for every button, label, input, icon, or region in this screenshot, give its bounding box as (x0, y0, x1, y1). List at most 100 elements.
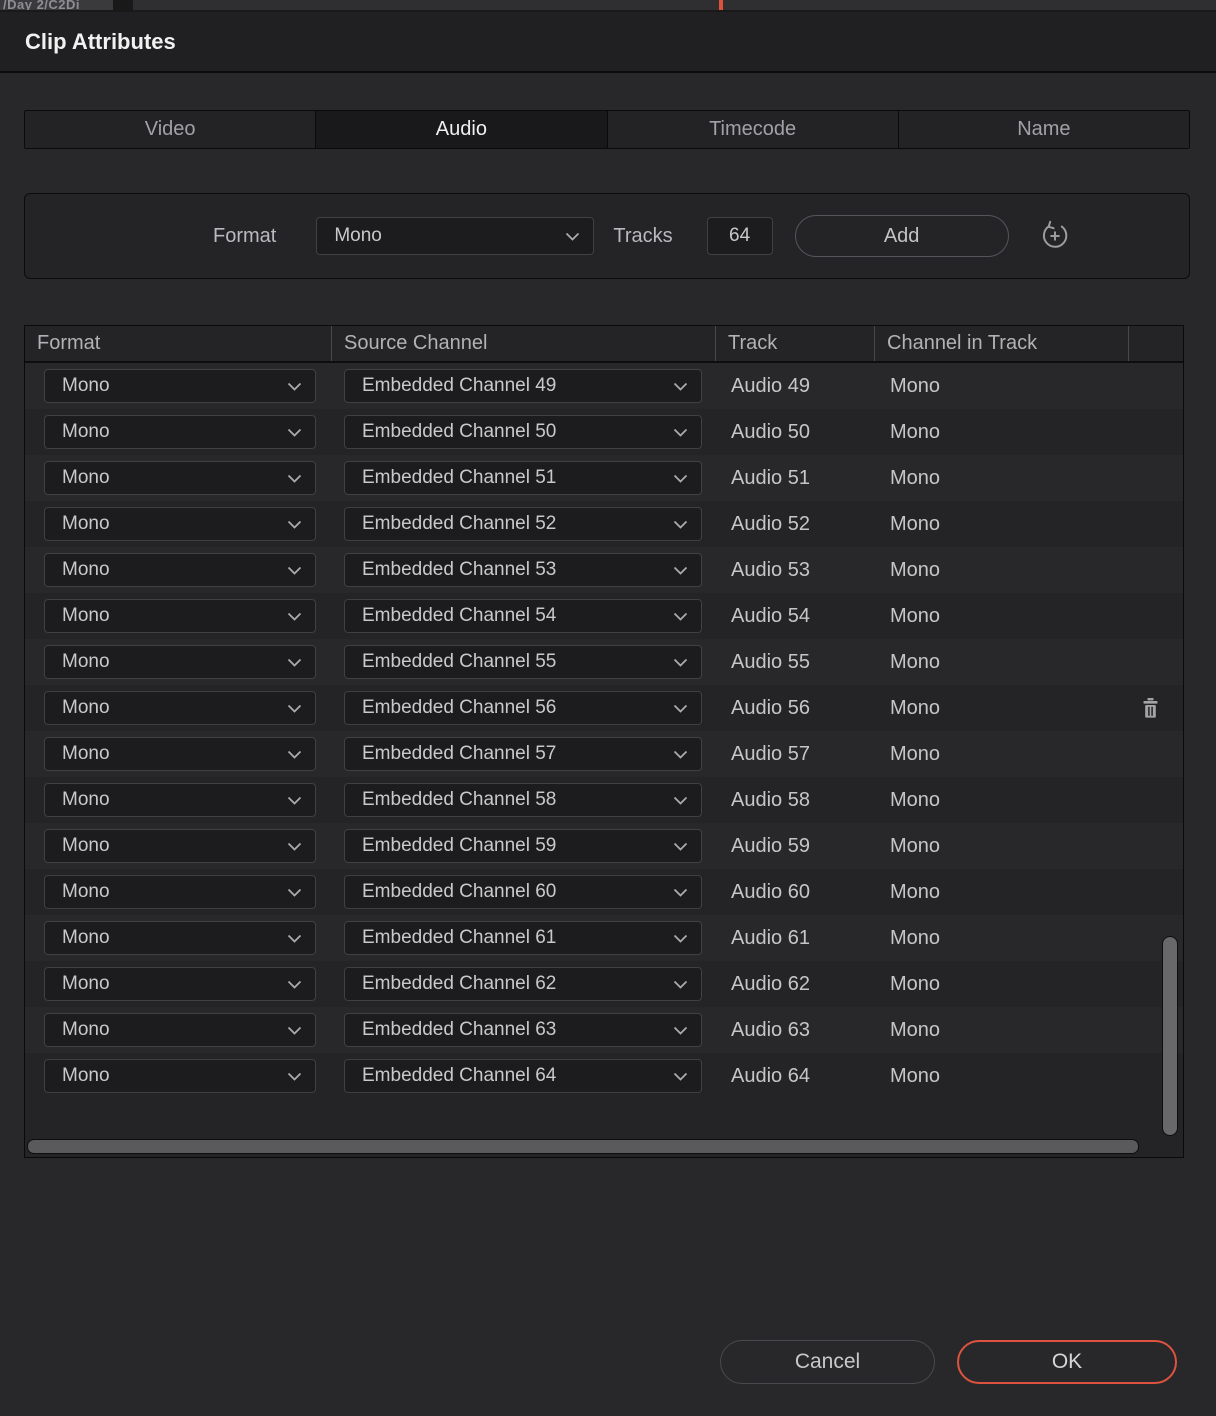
row-format-select[interactable]: Mono (44, 599, 316, 633)
chevron-down-icon (287, 474, 302, 483)
row-source-channel-select[interactable]: Embedded Channel 55 (344, 645, 702, 679)
row-track-label: Audio 53 (731, 559, 890, 582)
row-source-channel-select[interactable]: Embedded Channel 49 (344, 369, 702, 403)
row-source-channel-select[interactable]: Embedded Channel 61 (344, 921, 702, 955)
row-source-channel-select[interactable]: Embedded Channel 59 (344, 829, 702, 863)
row-track-label: Audio 60 (731, 881, 890, 904)
header-channel-in-track: Channel in Track (874, 326, 1128, 361)
vertical-scrollbar-thumb[interactable] (1162, 936, 1178, 1136)
dialog-titlebar: Clip Attributes (0, 12, 1216, 73)
row-track-label: Audio 64 (731, 1065, 890, 1088)
row-track-label: Audio 57 (731, 743, 890, 766)
chevron-down-icon (673, 658, 688, 667)
row-channel-in-track-label: Mono (890, 973, 1110, 996)
chevron-down-icon (287, 980, 302, 989)
tracks-input[interactable] (707, 217, 773, 255)
row-format-value: Mono (45, 513, 110, 535)
chevron-down-icon (287, 796, 302, 805)
tab-timecode[interactable]: Timecode (607, 111, 898, 148)
row-source-channel-value: Embedded Channel 53 (345, 559, 556, 581)
row-source-channel-select[interactable]: Embedded Channel 63 (344, 1013, 702, 1047)
row-channel-in-track-label: Mono (890, 513, 1110, 536)
tab-audio[interactable]: Audio (315, 111, 606, 148)
row-format-select[interactable]: Mono (44, 1013, 316, 1047)
ok-button[interactable]: OK (957, 1340, 1177, 1384)
tab-video[interactable]: Video (25, 111, 315, 148)
delete-track-button[interactable] (1142, 698, 1159, 718)
row-track-label: Audio 62 (731, 973, 890, 996)
chevron-down-icon (287, 888, 302, 897)
row-source-channel-select[interactable]: Embedded Channel 60 (344, 875, 702, 909)
row-format-value: Mono (45, 605, 110, 627)
row-track-label: Audio 51 (731, 467, 890, 490)
row-format-select[interactable]: Mono (44, 783, 316, 817)
row-source-channel-select[interactable]: Embedded Channel 52 (344, 507, 702, 541)
table-row: Mono Embedded Channel 57 Audio 57 Mono (25, 731, 1183, 777)
row-format-select[interactable]: Mono (44, 369, 316, 403)
row-channel-in-track-label: Mono (890, 881, 1110, 904)
row-source-channel-select[interactable]: Embedded Channel 57 (344, 737, 702, 771)
table-row: Mono Embedded Channel 60 Audio 60 Mono (25, 869, 1183, 915)
row-source-channel-select[interactable]: Embedded Channel 64 (344, 1059, 702, 1093)
table-row: Mono Embedded Channel 58 Audio 58 Mono (25, 777, 1183, 823)
reset-add-icon[interactable] (1039, 220, 1071, 252)
chevron-down-icon (673, 796, 688, 805)
row-source-channel-select[interactable]: Embedded Channel 62 (344, 967, 702, 1001)
row-source-channel-select[interactable]: Embedded Channel 50 (344, 415, 702, 449)
tab-name[interactable]: Name (898, 111, 1189, 148)
chevron-down-icon (673, 888, 688, 897)
background-app-strip: /Day 2/C2Di (0, 0, 1216, 12)
row-track-label: Audio 54 (731, 605, 890, 628)
tracks-label: Tracks (613, 225, 672, 248)
row-format-select[interactable]: Mono (44, 415, 316, 449)
row-source-channel-select[interactable]: Embedded Channel 58 (344, 783, 702, 817)
chevron-down-icon (287, 934, 302, 943)
row-track-label: Audio 49 (731, 375, 890, 398)
table-row: Mono Embedded Channel 56 Audio 56 Mono (25, 685, 1183, 731)
playhead-marker (719, 0, 723, 10)
row-source-channel-value: Embedded Channel 56 (345, 697, 556, 719)
header-source-channel: Source Channel (331, 326, 715, 361)
row-channel-in-track-label: Mono (890, 421, 1110, 444)
chevron-down-icon (287, 1072, 302, 1081)
row-format-value: Mono (45, 375, 110, 397)
trash-icon (1142, 698, 1159, 718)
chevron-down-icon (673, 842, 688, 851)
row-channel-in-track-label: Mono (890, 1065, 1110, 1088)
row-format-select[interactable]: Mono (44, 691, 316, 725)
row-format-value: Mono (45, 789, 110, 811)
row-format-select[interactable]: Mono (44, 507, 316, 541)
background-timeline-tab: /Day 2/C2Di (0, 0, 113, 10)
chevron-down-icon (673, 382, 688, 391)
row-format-select[interactable]: Mono (44, 875, 316, 909)
row-source-channel-select[interactable]: Embedded Channel 53 (344, 553, 702, 587)
add-button[interactable]: Add (795, 215, 1009, 257)
row-source-channel-select[interactable]: Embedded Channel 56 (344, 691, 702, 725)
row-format-select[interactable]: Mono (44, 829, 316, 863)
row-source-channel-select[interactable]: Embedded Channel 51 (344, 461, 702, 495)
row-format-select[interactable]: Mono (44, 967, 316, 1001)
chevron-down-icon (673, 980, 688, 989)
row-format-value: Mono (45, 421, 110, 443)
row-track-label: Audio 50 (731, 421, 890, 444)
format-select[interactable]: Mono (316, 217, 594, 255)
row-format-select[interactable]: Mono (44, 461, 316, 495)
row-source-channel-value: Embedded Channel 51 (345, 467, 556, 489)
row-format-select[interactable]: Mono (44, 645, 316, 679)
row-format-select[interactable]: Mono (44, 1059, 316, 1093)
row-source-channel-value: Embedded Channel 64 (345, 1065, 556, 1087)
chevron-down-icon (287, 428, 302, 437)
cancel-button[interactable]: Cancel (720, 1340, 935, 1384)
table-row: Mono Embedded Channel 54 Audio 54 Mono (25, 593, 1183, 639)
row-format-value: Mono (45, 835, 110, 857)
chevron-down-icon (287, 842, 302, 851)
background-toolbar-strip (133, 0, 1216, 10)
row-source-channel-select[interactable]: Embedded Channel 54 (344, 599, 702, 633)
horizontal-scrollbar-thumb[interactable] (27, 1139, 1139, 1154)
chevron-down-icon (673, 750, 688, 759)
row-format-select[interactable]: Mono (44, 921, 316, 955)
row-format-select[interactable]: Mono (44, 553, 316, 587)
row-track-label: Audio 52 (731, 513, 890, 536)
row-format-select[interactable]: Mono (44, 737, 316, 771)
row-source-channel-value: Embedded Channel 63 (345, 1019, 556, 1041)
